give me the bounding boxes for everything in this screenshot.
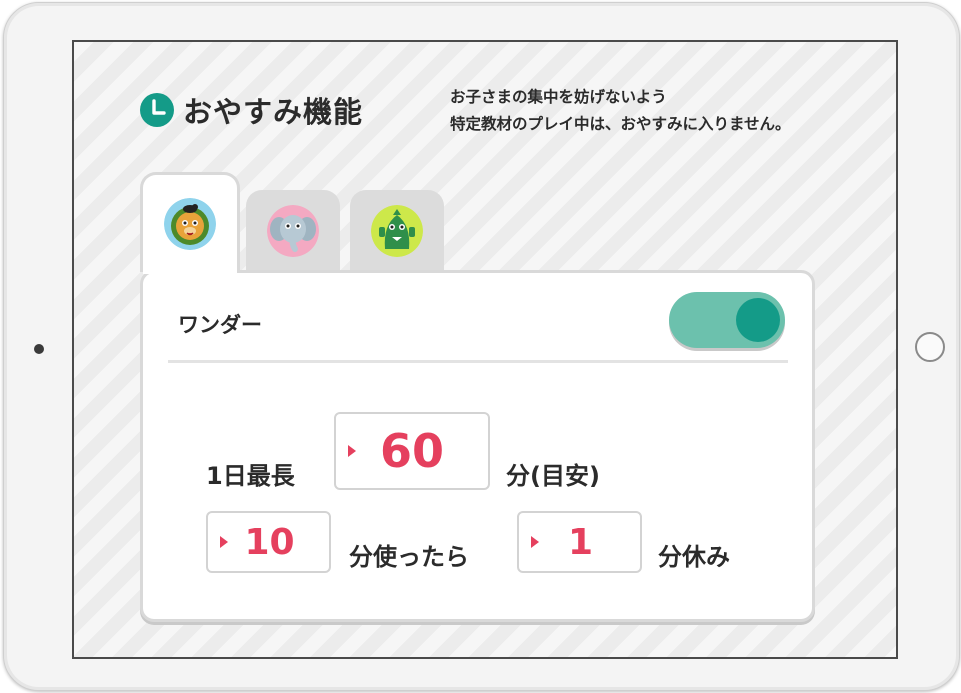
rest-minutes-input[interactable]: 1	[517, 511, 642, 573]
daily-max-label: 1日最長	[206, 462, 295, 490]
rest-minutes-value: 1	[567, 521, 594, 563]
use-minutes-value: 10	[244, 521, 295, 563]
clock-icon	[140, 93, 174, 127]
screen: おやすみ機能 お子さまの集中を妨げないよう 特定教材のプレイ中は、おやすみに入り…	[72, 40, 898, 659]
use-minutes-input[interactable]: 10	[206, 511, 331, 573]
page-note: お子さまの集中を妨げないよう 特定教材のプレイ中は、おやすみに入りません。	[450, 84, 791, 138]
camera-icon	[34, 344, 44, 354]
tab-elephant[interactable]	[246, 190, 340, 272]
lion-avatar-icon	[164, 197, 216, 250]
home-button[interactable]	[915, 332, 945, 362]
daily-max-value: 60	[379, 424, 444, 478]
daily-max-unit: 分(目安)	[506, 462, 600, 490]
tab-joiner	[143, 266, 237, 274]
divider	[168, 360, 788, 363]
play-triangle-icon	[348, 445, 356, 457]
page-header: おやすみ機能	[140, 89, 363, 131]
tab-lion[interactable]	[140, 172, 240, 272]
rest-minutes-unit: 分休み	[658, 543, 730, 571]
note-line-2: 特定教材のプレイ中は、おやすみに入りません。	[450, 115, 791, 133]
tablet-device: おやすみ機能 お子さまの集中を妨げないよう 特定教材のプレイ中は、おやすみに入り…	[3, 2, 960, 691]
elephant-avatar-icon	[267, 205, 319, 257]
settings-card: ワンダー 1日最長 60 分(目安) 10 分使ったら 1 分休み	[140, 270, 815, 622]
character-name: ワンダー	[178, 313, 262, 337]
use-minutes-unit: 分使ったら	[349, 543, 469, 571]
page-title: おやすみ機能	[183, 95, 364, 129]
toggle-knob[interactable]	[736, 298, 780, 342]
green-monster-avatar-icon	[371, 205, 423, 257]
daily-max-input[interactable]: 60	[334, 412, 490, 490]
note-line-1: お子さまの集中を妨げないよう	[450, 88, 667, 106]
play-triangle-icon	[220, 536, 228, 548]
play-triangle-icon	[531, 536, 539, 548]
tab-monster[interactable]	[350, 190, 444, 272]
rest-toggle[interactable]	[669, 292, 785, 348]
